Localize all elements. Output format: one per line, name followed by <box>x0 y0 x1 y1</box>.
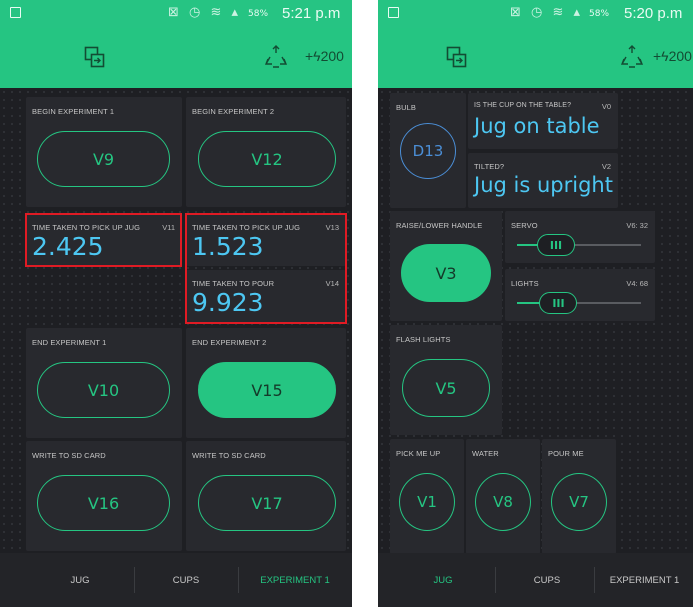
raise-lower-handle-button[interactable]: V3 <box>401 244 491 302</box>
gallery-notification-icon <box>10 7 21 18</box>
tab-jug[interactable]: JUG <box>30 553 130 607</box>
pin-label: V4: 68 <box>626 279 648 288</box>
gallery-notification-icon <box>388 7 399 18</box>
raise-lower-handle-widget: RAISE/LOWER HANDLE V3 <box>390 211 502 321</box>
widget-canvas: BEGIN EXPERIMENT 1 V9 BEGIN EXPERIMENT 2… <box>0 88 352 553</box>
tab-divider <box>594 567 595 593</box>
energy-balance[interactable]: +ϟ200 <box>653 48 692 64</box>
write-sd-card-2-button[interactable]: V17 <box>198 475 336 531</box>
widget-canvas: BULB D13 IS THE CUP ON THE TABLE? V0 Jug… <box>378 88 693 554</box>
water-button[interactable]: V8 <box>475 473 531 531</box>
clone-project-icon[interactable] <box>446 46 468 74</box>
status-icons: ⊠ ◷ ≋ ▴ <box>168 5 242 20</box>
status-bar: ⊠ ◷ ≋ ▴ 58% 5:20 p.m <box>378 0 693 28</box>
widget-label: END EXPERIMENT 2 <box>192 338 267 347</box>
flash-lights-widget: FLASH LIGHTS V5 <box>390 325 502 435</box>
lights-slider-handle[interactable]: III <box>539 292 578 314</box>
widget-label: END EXPERIMENT 1 <box>32 338 107 347</box>
pin-label: V0 <box>601 102 611 111</box>
end-experiment-1-button[interactable]: V10 <box>37 362 170 418</box>
tab-experiment-1[interactable]: EXPERIMENT 1 <box>240 553 350 607</box>
widget-label: IS THE CUP ON THE TABLE? <box>474 102 572 109</box>
pin-label: V2 <box>601 162 611 171</box>
pick-me-up-widget: PICK ME UP V1 <box>390 439 464 554</box>
flash-lights-button[interactable]: V5 <box>402 359 490 417</box>
tilted-display: TILTED? V2 Jug is upright <box>468 153 618 208</box>
energy-balance[interactable]: +ϟ200 <box>305 48 344 64</box>
tilted-status-value: Jug is upright <box>474 173 613 197</box>
bulb-widget: BULB D13 <box>390 93 466 208</box>
widget-label: WRITE TO SD CARD <box>192 451 266 460</box>
battery-percent: 58% <box>589 9 610 19</box>
tab-experiment-1[interactable]: EXPERIMENT 1 <box>596 553 693 607</box>
water-widget: WATER V8 <box>466 439 540 554</box>
clone-project-icon[interactable] <box>84 46 106 74</box>
recycle-icon[interactable] <box>620 45 644 71</box>
widget-label: WRITE TO SD CARD <box>32 451 106 460</box>
clock-time: 5:20 p.m <box>624 5 683 22</box>
right-phone-screen: ⊠ ◷ ≋ ▴ 58% 5:20 p.m +ϟ200 BULB D13 IS T… <box>378 0 693 607</box>
recycle-icon[interactable] <box>264 45 288 71</box>
tab-cups[interactable]: CUPS <box>497 553 597 607</box>
clock-time: 5:21 p.m <box>282 5 341 22</box>
widget-label: BEGIN EXPERIMENT 2 <box>192 107 275 116</box>
widget-label: PICK ME UP <box>396 449 441 458</box>
tab-bar: JUG CUPS EXPERIMENT 1 <box>378 553 693 607</box>
left-phone-screen: ⊠ ◷ ≋ ▴ 58% 5:21 p.m +ϟ200 BEGIN EXPERIM… <box>0 0 352 607</box>
widget-label: FLASH LIGHTS <box>396 335 451 344</box>
cup-status-value: Jug on table <box>474 114 600 138</box>
tab-cups[interactable]: CUPS <box>136 553 236 607</box>
widget-label: LIGHTS <box>511 279 539 288</box>
servo-slider-handle[interactable]: III <box>537 234 575 256</box>
begin-experiment-2-button[interactable]: V12 <box>198 131 336 187</box>
tab-divider <box>134 567 135 593</box>
begin-experiment-1-widget: BEGIN EXPERIMENT 1 V9 <box>26 97 182 207</box>
begin-experiment-2-widget: BEGIN EXPERIMENT 2 V12 <box>186 97 346 207</box>
servo-slider-widget: SERVO V6: 32 III <box>505 211 655 263</box>
end-experiment-1-widget: END EXPERIMENT 1 V10 <box>26 328 182 438</box>
widget-label: SERVO <box>511 221 538 230</box>
tab-divider <box>495 567 496 593</box>
lights-slider-widget: LIGHTS V4: 68 III <box>505 269 655 321</box>
highlight-box <box>185 213 347 324</box>
widget-label: BULB <box>396 103 416 112</box>
pick-me-up-button[interactable]: V1 <box>399 473 455 531</box>
widget-label: BEGIN EXPERIMENT 1 <box>32 107 115 116</box>
pour-me-widget: POUR ME V7 <box>542 439 616 554</box>
pour-me-button[interactable]: V7 <box>551 473 607 531</box>
cup-on-table-display: IS THE CUP ON THE TABLE? V0 Jug on table <box>468 93 618 149</box>
widget-label: POUR ME <box>548 449 584 458</box>
bulb-d13-button[interactable]: D13 <box>400 123 456 179</box>
end-experiment-2-button[interactable]: V15 <box>198 362 336 418</box>
status-bar: ⊠ ◷ ≋ ▴ 58% 5:21 p.m <box>0 0 352 28</box>
write-sd-card-2-widget: WRITE TO SD CARD V17 <box>186 441 346 551</box>
battery-percent: 58% <box>248 9 269 19</box>
app-toolbar: +ϟ200 <box>0 28 352 88</box>
widget-label: RAISE/LOWER HANDLE <box>396 221 483 230</box>
widget-label: WATER <box>472 449 499 458</box>
pin-label: V6: 32 <box>626 221 648 230</box>
write-sd-card-1-button[interactable]: V16 <box>37 475 170 531</box>
write-sd-card-1-widget: WRITE TO SD CARD V16 <box>26 441 182 551</box>
highlight-box <box>25 213 182 267</box>
tab-jug[interactable]: JUG <box>388 553 498 607</box>
begin-experiment-1-button[interactable]: V9 <box>37 131 170 187</box>
tab-bar: JUG CUPS EXPERIMENT 1 <box>0 553 352 607</box>
tab-divider <box>238 567 239 593</box>
end-experiment-2-widget: END EXPERIMENT 2 V15 <box>186 328 346 438</box>
app-toolbar: +ϟ200 <box>378 28 693 88</box>
status-icons: ⊠ ◷ ≋ ▴ <box>510 5 584 20</box>
widget-label: TILTED? <box>474 162 505 171</box>
